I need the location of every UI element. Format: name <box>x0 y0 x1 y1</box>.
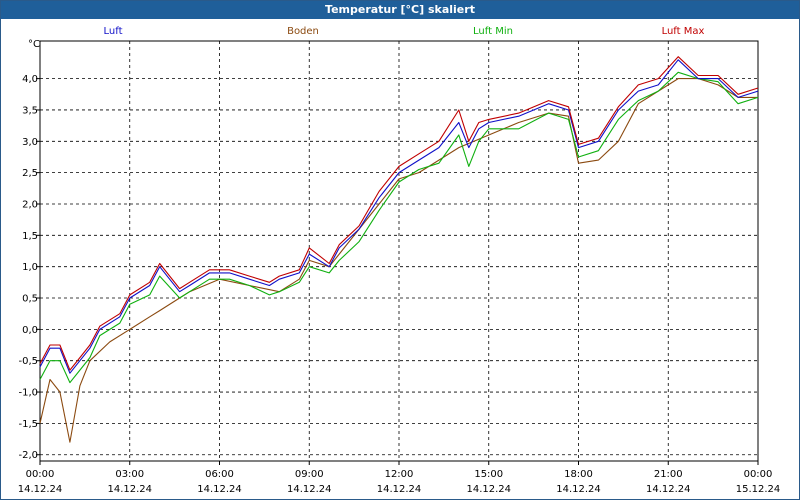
legend-item: Boden <box>287 26 319 37</box>
x-tick-time: 18:00 <box>564 469 593 480</box>
x-tick-date: 14.12.24 <box>197 484 242 495</box>
grid-lines <box>40 41 758 461</box>
y-tick-label: 1,0 <box>22 262 38 273</box>
x-tick-time: 00:00 <box>744 469 773 480</box>
y-tick-labels: 4,0 3,5 3,0 2,5 2,0 1,5 1,0 0,5 0,0 -0,5 -1,0 -1,5 -… <box>18 74 38 461</box>
x-tick-date: 14.12.24 <box>18 484 63 495</box>
y-tick-label: -1,5 <box>18 419 38 430</box>
x-tick-date: 14.12.24 <box>377 484 422 495</box>
x-tick-date: 14.12.24 <box>466 484 511 495</box>
y-tick-label: -2,0 <box>18 450 38 461</box>
x-tick-time: 00:00 <box>26 469 55 480</box>
y-tick-label: 2,0 <box>22 199 38 210</box>
x-tick-date: 14.12.24 <box>556 484 601 495</box>
x-tick-time: 06:00 <box>205 469 234 480</box>
y-tick-label: 0,0 <box>22 325 38 336</box>
y-tick-label: 3,0 <box>22 137 38 148</box>
x-tick-date: 14.12.24 <box>107 484 152 495</box>
x-tick-time: 12:00 <box>385 469 414 480</box>
legend: Luft Boden Luft Min Luft Max <box>104 26 705 37</box>
y-tick-label: 2,5 <box>22 168 38 179</box>
y-axis-unit-label: °C <box>28 39 40 50</box>
x-tick-time: 03:00 <box>115 469 144 480</box>
y-tick-label: -0,5 <box>18 356 38 367</box>
y-tick-label: 3,5 <box>22 105 38 116</box>
legend-item: Luft Min <box>473 26 513 37</box>
x-tick-date: 14.12.24 <box>646 484 691 495</box>
x-tick-date: 15.12.24 <box>736 484 781 495</box>
x-tick-time: 21:00 <box>654 469 683 480</box>
x-tick-date: 14.12.24 <box>287 484 332 495</box>
legend-item: Luft Max <box>662 26 705 37</box>
y-tick-label: 0,5 <box>22 294 38 305</box>
temperature-chart: 4,0 3,5 3,0 2,5 2,0 1,5 1,0 0,5 0,0 -0,5 -1,0 -1,5 -… <box>18 26 781 495</box>
axes <box>36 40 759 465</box>
y-tick-label: 4,0 <box>22 74 38 85</box>
x-tick-time: 15:00 <box>474 469 503 480</box>
x-tick-time: 09:00 <box>295 469 324 480</box>
y-tick-label: 1,5 <box>22 231 38 242</box>
legend-item: Luft <box>104 26 123 37</box>
x-tick-labels: 00:00 14.12.24 03:00 14.12.24 06:00 14.12.24 0… <box>18 469 781 495</box>
y-tick-label: -1,0 <box>18 388 38 399</box>
